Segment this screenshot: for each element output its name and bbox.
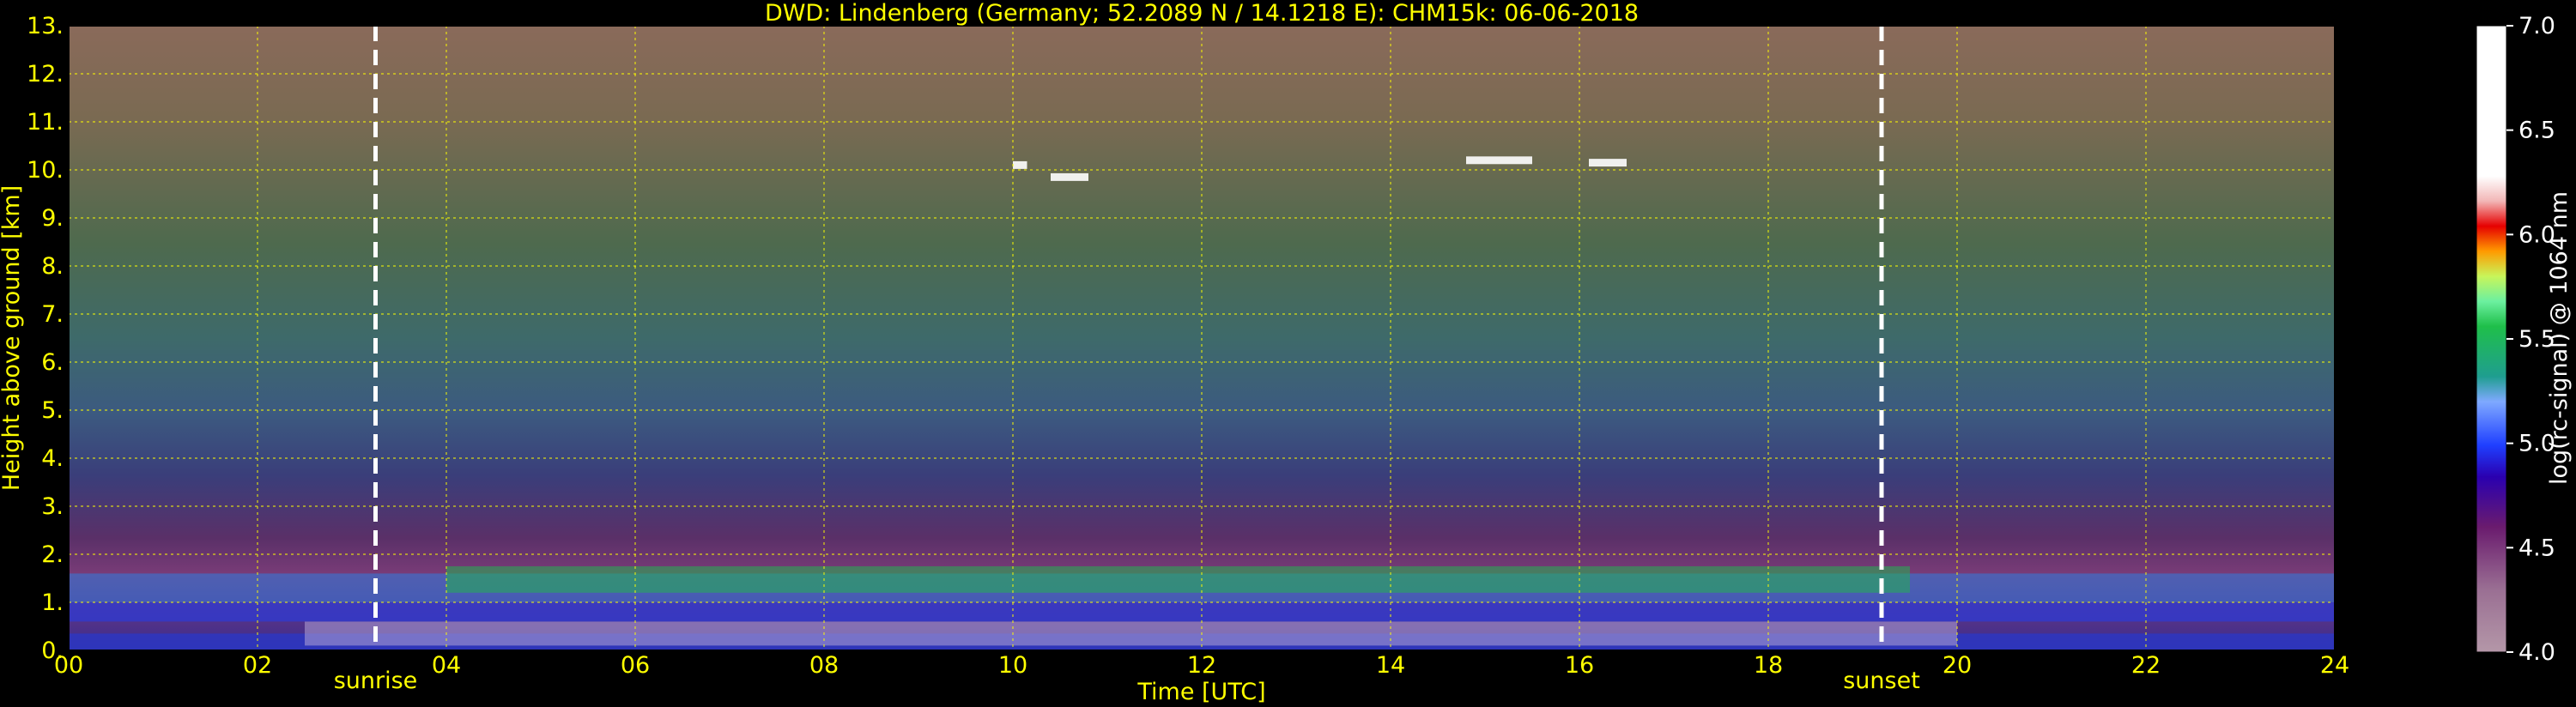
- colorbar: [2476, 25, 2507, 653]
- chart-title: DWD: Lindenberg (Germany; 52.2089 N / 14…: [765, 0, 1639, 27]
- cirrus-cloud: [1013, 160, 1027, 169]
- x-tick-label: 22: [2131, 652, 2161, 679]
- x-axis-label: Time [UTC]: [1136, 679, 1265, 705]
- layer-mixed: [69, 602, 2335, 622]
- x-tick-label: 08: [809, 652, 839, 679]
- y-tick-label: 3.: [41, 493, 64, 520]
- y-tick-label: 12.: [27, 61, 64, 88]
- y-tick-label: 0.: [41, 638, 64, 664]
- x-tick-label: 18: [1754, 652, 1783, 679]
- cirrus-cloud: [1589, 159, 1627, 167]
- x-tick-label: 06: [621, 652, 650, 679]
- y-tick-label: 6.: [41, 349, 64, 376]
- x-tick-label: 20: [1943, 652, 1972, 679]
- layer-top-green: [446, 566, 1910, 593]
- colorbar-tick-label: 4.5: [2518, 535, 2555, 561]
- colorbar-scale: [2476, 26, 2506, 652]
- ceilometer-chart: sunrise sunset 00 02 04 06 08 10 12 14 16 18 20 22 24…: [0, 0, 2573, 705]
- cirrus-cloud: [1051, 172, 1088, 181]
- y-tick-label: 10.: [27, 157, 64, 184]
- y-axis-label: Height above ground [km]: [0, 185, 25, 491]
- x-tick-label: 12: [1187, 652, 1216, 679]
- colorbar-label: log(rc-signal) @ 1064 nm: [2546, 191, 2573, 485]
- cirrus-cloud: [1466, 156, 1532, 165]
- x-tick-label: 14: [1376, 652, 1405, 679]
- y-tick-label: 1.: [41, 589, 64, 616]
- colorbar-tick-label: 6.5: [2518, 118, 2555, 144]
- event-label-sunrise: sunrise: [334, 668, 418, 694]
- x-tick-label: 04: [432, 652, 461, 679]
- y-tick-label: 13.: [27, 13, 64, 39]
- y-tick-labels: 0. 1. 2. 3. 4. 5. 6. 7. 8. 9. 10. 11. 12. 13.: [27, 13, 64, 664]
- x-tick-label: 24: [2320, 652, 2349, 679]
- y-tick-label: 2.: [41, 541, 64, 568]
- x-tick-label: 16: [1565, 652, 1594, 679]
- y-tick-label: 4.: [41, 445, 64, 472]
- y-tick-label: 8.: [41, 253, 64, 280]
- y-tick-label: 7.: [41, 301, 64, 328]
- event-label-sunset: sunset: [1843, 668, 1920, 694]
- x-tick-label: 10: [998, 652, 1027, 679]
- y-tick-label: 5.: [41, 397, 64, 424]
- y-tick-label: 11.: [27, 109, 64, 136]
- colorbar-tick-label: 4.0: [2518, 639, 2555, 666]
- colorbar-tick-label: 7.0: [2518, 13, 2555, 39]
- x-tick-label: 02: [243, 652, 272, 679]
- layer-lower-aerosol: [305, 621, 1957, 646]
- y-tick-label: 9.: [41, 205, 64, 232]
